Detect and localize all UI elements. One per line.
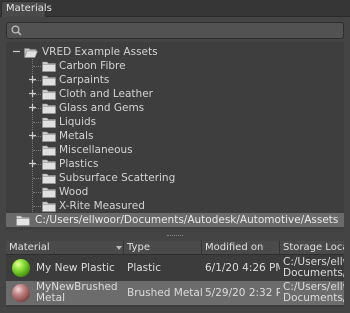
tree-branch-line <box>33 150 41 151</box>
splitter-grip[interactable] <box>167 235 183 237</box>
table-row[interactable]: MyNewBrushed Metal Brushed Metal 5/29/20… <box>6 281 344 305</box>
expand-icon[interactable] <box>29 160 36 167</box>
tree-item[interactable]: Subsurface Scattering <box>6 171 344 185</box>
tree-item-label: Metals <box>59 130 94 142</box>
material-preview-ball <box>12 284 30 302</box>
folder-icon <box>42 61 56 72</box>
column-header-material-label: Material <box>9 242 50 253</box>
tree-item-label: Glass and Gems <box>59 102 145 114</box>
tree-item-label: Subsurface Scattering <box>59 172 176 184</box>
tree-item[interactable]: Wood <box>6 185 344 199</box>
tree-item[interactable]: Carpaints <box>6 73 344 87</box>
folder-icon <box>42 201 56 212</box>
tree-item-label: Liquids <box>59 116 97 128</box>
open-folder-icon <box>24 48 38 58</box>
material-modified: 6/1/20 4:26 PM <box>205 262 280 274</box>
material-storage: C:/Users/ellwo Documents/... <box>283 256 344 280</box>
tree-item-label: Plastics <box>59 158 99 170</box>
collapse-icon[interactable] <box>13 48 20 55</box>
tree-branch-line <box>33 206 41 207</box>
column-header-material[interactable]: Material <box>6 241 124 255</box>
material-storage-line2: Documents/... <box>283 292 344 304</box>
tree-item[interactable]: Miscellaneous <box>6 143 344 157</box>
sort-descending-icon[interactable] <box>116 246 122 250</box>
folder-icon <box>42 173 56 184</box>
folder-icon <box>42 145 56 156</box>
tree-branch-line <box>33 192 41 193</box>
tree-item[interactable]: X-Rite Measured <box>6 199 344 213</box>
tree-root-label: VRED Example Assets <box>42 46 158 58</box>
material-name-line2: Metal <box>36 292 65 304</box>
expand-icon[interactable] <box>29 90 36 97</box>
expand-icon[interactable] <box>29 132 36 139</box>
folder-icon <box>42 131 56 142</box>
table-row[interactable]: My New Plastic Plastic 6/1/20 4:26 PM C:… <box>6 256 344 280</box>
column-header-modified[interactable]: Modified on <box>202 241 280 255</box>
column-header-storage[interactable]: Storage Locatio <box>280 241 344 255</box>
folder-icon <box>42 75 56 86</box>
search-icon <box>11 25 22 36</box>
folder-icon <box>42 159 56 170</box>
tree-item-label: Carpaints <box>59 74 110 86</box>
search-input[interactable] <box>25 23 340 38</box>
asset-tree[interactable]: VRED Example Assets Carbon Fibre Carpaint… <box>6 42 344 230</box>
tree-item[interactable]: Cloth and Leather <box>6 87 344 101</box>
expand-icon[interactable] <box>29 76 36 83</box>
tree-path-row[interactable]: C:/Users/ellwoor/Documents/Autodesk/Auto… <box>6 213 344 227</box>
material-preview-ball <box>12 259 30 277</box>
search-field[interactable] <box>6 22 344 39</box>
folder-icon <box>16 215 30 226</box>
tree-item[interactable]: Liquids <box>6 115 344 129</box>
tree-item-label: Miscellaneous <box>59 144 133 156</box>
material-storage: C:/Users/ellwo Documents/... <box>283 281 344 305</box>
tree-branch-line <box>33 66 41 67</box>
tree-path-label: C:/Users/ellwoor/Documents/Autodesk/Auto… <box>35 214 339 226</box>
column-header-type[interactable]: Type <box>124 241 202 255</box>
tree-root-row[interactable]: VRED Example Assets <box>6 45 344 59</box>
material-type: Plastic <box>127 262 161 274</box>
folder-icon <box>42 89 56 100</box>
tree-item[interactable]: Carbon Fibre <box>6 59 344 73</box>
material-name: My New Plastic <box>36 262 115 274</box>
tree-item[interactable]: Metals <box>6 129 344 143</box>
tree-item[interactable]: Glass and Gems <box>6 101 344 115</box>
tree-item[interactable]: Plastics <box>6 157 344 171</box>
tree-item-label: Cloth and Leather <box>59 88 153 100</box>
tree-branch-line <box>33 122 41 123</box>
material-storage-line2: Documents/... <box>283 267 344 279</box>
panel-tab-bar: Materials <box>0 0 350 17</box>
tree-item-label: Wood <box>59 186 89 198</box>
expand-icon[interactable] <box>29 104 36 111</box>
material-name: MyNewBrushed Metal <box>36 281 124 305</box>
table-header: Material Type Modified on Storage Locati… <box>6 241 344 255</box>
material-type: Brushed Metal <box>127 287 202 299</box>
material-modified: 5/29/20 2:32 PM <box>205 287 280 299</box>
tab-materials[interactable]: Materials <box>1 1 52 17</box>
tree-item-label: X-Rite Measured <box>59 200 145 212</box>
materials-table[interactable]: Material Type Modified on Storage Locati… <box>6 241 344 307</box>
panel-splitter[interactable] <box>0 231 350 241</box>
tree-item-label: Carbon Fibre <box>59 60 126 72</box>
folder-icon <box>42 187 56 198</box>
folder-icon <box>42 117 56 128</box>
tree-branch-line <box>33 178 41 179</box>
folder-icon <box>42 103 56 114</box>
